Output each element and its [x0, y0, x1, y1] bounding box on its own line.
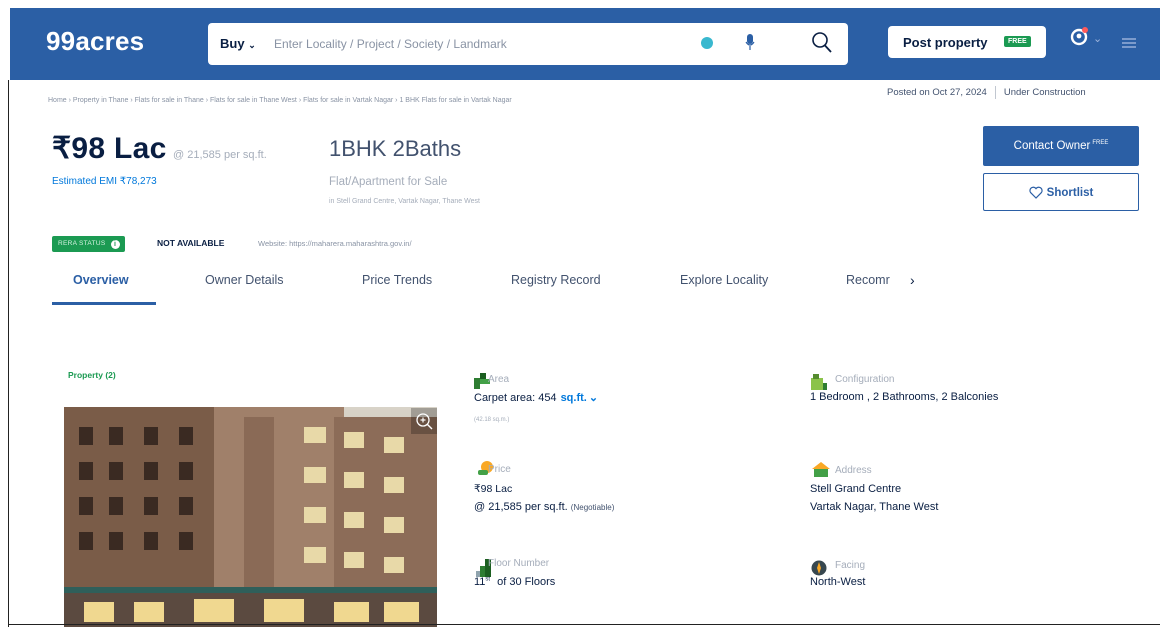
shortlist-button[interactable]: Shortlist	[983, 173, 1139, 211]
address-icon	[812, 461, 830, 482]
buy-dropdown[interactable]: Buy ⌄	[220, 36, 256, 51]
configuration-label: Configuration	[835, 374, 895, 385]
search-input[interactable]	[274, 32, 694, 56]
tab-recommendations[interactable]: Recomr	[846, 273, 890, 287]
posted-info: Posted on Oct 27, 2024 Under Construction	[887, 86, 1086, 99]
facing-value: North-West	[810, 576, 866, 588]
contact-owner-label: Contact Owner	[1013, 140, 1091, 152]
chevron-down-icon: ⌄	[248, 40, 256, 50]
free-badge: FREE	[1004, 36, 1031, 47]
active-tab-indicator	[52, 302, 156, 305]
address-label: Address	[835, 465, 872, 476]
area-label: Area	[488, 374, 510, 385]
chevron-down-icon[interactable]: ⌄	[1093, 32, 1102, 45]
heart-icon	[1029, 186, 1043, 199]
construction-status: Under Construction	[1003, 87, 1086, 99]
top-header: 99acres Buy ⌄ Post property FREE ⌄	[10, 8, 1160, 80]
contact-owner-button[interactable]: Contact Owner FREE	[983, 126, 1139, 166]
area-sqm: (42.18 sq.m.)	[474, 417, 510, 423]
location-icon[interactable]	[701, 37, 713, 49]
notification-dot	[1082, 27, 1088, 33]
tab-overview[interactable]: Overview	[73, 273, 129, 287]
chevron-right-icon[interactable]: ›	[910, 272, 915, 288]
shortlist-label: Shortlist	[1046, 187, 1094, 199]
posted-date: Posted on Oct 27, 2024	[887, 87, 987, 99]
breadcrumb[interactable]: Home › Property in Thane › Flats for sal…	[48, 97, 512, 104]
hamburger-menu-icon[interactable]	[1122, 35, 1136, 53]
property-address-line: in Stell Grand Centre, Vartak Nagar, Tha…	[329, 198, 480, 205]
price-rate: @ 21,585 per sq.ft. (Negotiable)	[474, 501, 614, 513]
zoom-in-icon[interactable]	[411, 408, 437, 434]
search-icon[interactable]	[811, 30, 833, 59]
post-property-label: Post property	[903, 35, 988, 50]
tab-price-trends[interactable]: Price Trends	[362, 273, 432, 287]
floor-suffix: st	[485, 576, 491, 583]
facing-label: Facing	[835, 560, 866, 571]
buy-dropdown-label: Buy	[220, 36, 245, 51]
property-type: Flat/Apartment for Sale	[329, 176, 448, 188]
property-photos-label: Property (2)	[68, 370, 116, 380]
total-floors: of 30 Floors	[497, 576, 556, 588]
tab-explore-locality[interactable]: Explore Locality	[680, 273, 768, 287]
frame-border-left	[8, 80, 9, 627]
price-label: Price	[488, 464, 511, 475]
info-icon[interactable]: i	[110, 240, 120, 249]
rera-label: RERA STATUS	[58, 240, 106, 247]
chevron-down-icon[interactable]: ⌄	[589, 392, 598, 404]
floor-value: 11st of 30 Floors	[474, 576, 555, 588]
site-logo[interactable]: 99acres	[46, 26, 144, 57]
search-bar: Buy ⌄	[208, 23, 848, 65]
price-block: ₹98 Lac @ 21,585 per sq.ft.	[52, 131, 267, 166]
price-value: ₹98 Lac	[474, 483, 513, 495]
floor-label: Floor Number	[488, 558, 550, 569]
rera-status-badge: RERA STATUS i	[52, 236, 125, 252]
listing-price: ₹98 Lac	[52, 132, 167, 165]
free-badge: FREE	[1092, 140, 1109, 147]
divider	[994, 86, 996, 99]
area-unit-dropdown[interactable]: sq.ft.	[561, 392, 587, 404]
price-per-sqft-value: @ 21,585 per sq.ft.	[474, 501, 568, 513]
tab-owner-details[interactable]: Owner Details	[205, 273, 284, 287]
address-line-1: Stell Grand Centre	[810, 483, 902, 495]
configuration-value: 1 Bedroom , 2 Bathrooms, 2 Balconies	[810, 391, 999, 403]
frame-border-bottom	[8, 624, 1160, 625]
post-property-button[interactable]: Post property FREE	[888, 26, 1046, 58]
floor-number: 11	[474, 576, 486, 588]
carpet-area: Carpet area: 454	[474, 392, 557, 404]
rera-status-value: NOT AVAILABLE	[157, 238, 225, 248]
building-image	[64, 407, 437, 627]
rera-website-link[interactable]: Website: https://maharera.maharashtra.go…	[258, 239, 412, 248]
negotiable-tag: (Negotiable)	[570, 503, 615, 512]
address-line-2: Vartak Nagar, Thane West	[810, 501, 939, 513]
estimated-emi-link[interactable]: Estimated EMI ₹78,273	[52, 176, 157, 187]
property-photo[interactable]	[64, 407, 437, 627]
price-per-sqft: @ 21,585 per sq.ft.	[173, 149, 267, 161]
listing-title: 1BHK 2Baths	[329, 136, 462, 161]
microphone-icon[interactable]	[745, 33, 755, 56]
area-value: Carpet area: 454 sq.ft. ⌄	[474, 391, 598, 404]
tab-registry-record[interactable]: Registry Record	[511, 273, 601, 287]
